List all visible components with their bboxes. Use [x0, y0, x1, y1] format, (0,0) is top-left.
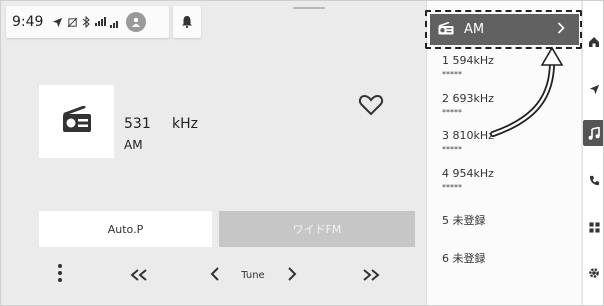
frequency-unit: kHz	[172, 116, 198, 132]
preset-label: 5 未登録	[442, 214, 486, 227]
seek-back-button[interactable]	[128, 263, 150, 287]
auto-preset-button[interactable]: Auto.P	[39, 211, 212, 247]
no-phone-icon	[67, 13, 78, 32]
tune-up-button[interactable]	[284, 263, 300, 287]
preset-label: 2 693kHz	[442, 92, 494, 105]
bell-icon	[181, 13, 193, 32]
preset-item-4[interactable]: 4 954kHz *****	[442, 167, 494, 192]
preset-label: 1 594kHz	[442, 54, 494, 67]
vertical-dots-icon	[58, 264, 62, 286]
callout-highlight-box	[425, 10, 582, 49]
chevron-right-icon	[287, 266, 297, 285]
status-bar: 9:49	[6, 6, 169, 38]
navigation-arrow-icon	[52, 13, 63, 32]
apps-icon[interactable]	[586, 219, 602, 235]
preset-station-name: *****	[442, 108, 462, 117]
double-chevron-left-icon	[130, 266, 148, 285]
preset-label: 4 954kHz	[442, 167, 494, 180]
seek-forward-button[interactable]	[360, 263, 382, 287]
music-icon[interactable]	[583, 120, 603, 146]
band-label: AM	[124, 138, 143, 152]
signal-dcm-icon	[94, 13, 106, 32]
tune-label: Tune	[237, 263, 269, 287]
chevron-left-icon	[210, 266, 220, 285]
bluetooth-icon	[82, 13, 90, 32]
source-artwork	[39, 85, 114, 158]
head-unit-screen: 9:49 531 kHz AM Auto.P ワイドFM Tune AM 1 5…	[0, 0, 604, 306]
notification-button[interactable]	[173, 6, 201, 38]
preset-item-6[interactable]: 6 未登録	[442, 250, 486, 266]
double-chevron-right-icon	[362, 266, 380, 285]
preset-label: 6 未登録	[442, 252, 486, 265]
radio-icon	[62, 105, 92, 137]
favorite-heart-icon[interactable]	[358, 93, 384, 117]
tune-down-button[interactable]	[207, 263, 223, 287]
preset-station-name: *****	[442, 145, 462, 154]
settings-icon[interactable]	[586, 265, 602, 281]
user-avatar-icon[interactable]	[126, 12, 146, 32]
wide-fm-button[interactable]: ワイドFM	[219, 211, 415, 247]
frequency-value: 531	[124, 116, 151, 132]
preset-station-name: *****	[442, 183, 462, 192]
preset-label: 3 810kHz	[442, 129, 494, 142]
home-icon[interactable]	[586, 34, 602, 50]
clock: 9:49	[12, 14, 44, 30]
phone-icon[interactable]	[586, 172, 602, 188]
tune-text: Tune	[241, 269, 265, 281]
preset-item-5[interactable]: 5 未登録	[442, 212, 486, 228]
preset-station-name: *****	[442, 70, 462, 79]
more-options-button[interactable]	[53, 263, 67, 287]
signal-icon	[110, 13, 120, 32]
navigation-icon[interactable]	[586, 81, 602, 97]
drag-handle[interactable]	[293, 7, 325, 9]
preset-item-2[interactable]: 2 693kHz *****	[442, 92, 494, 117]
preset-item-1[interactable]: 1 594kHz *****	[442, 54, 494, 79]
preset-item-3[interactable]: 3 810kHz *****	[442, 129, 494, 154]
